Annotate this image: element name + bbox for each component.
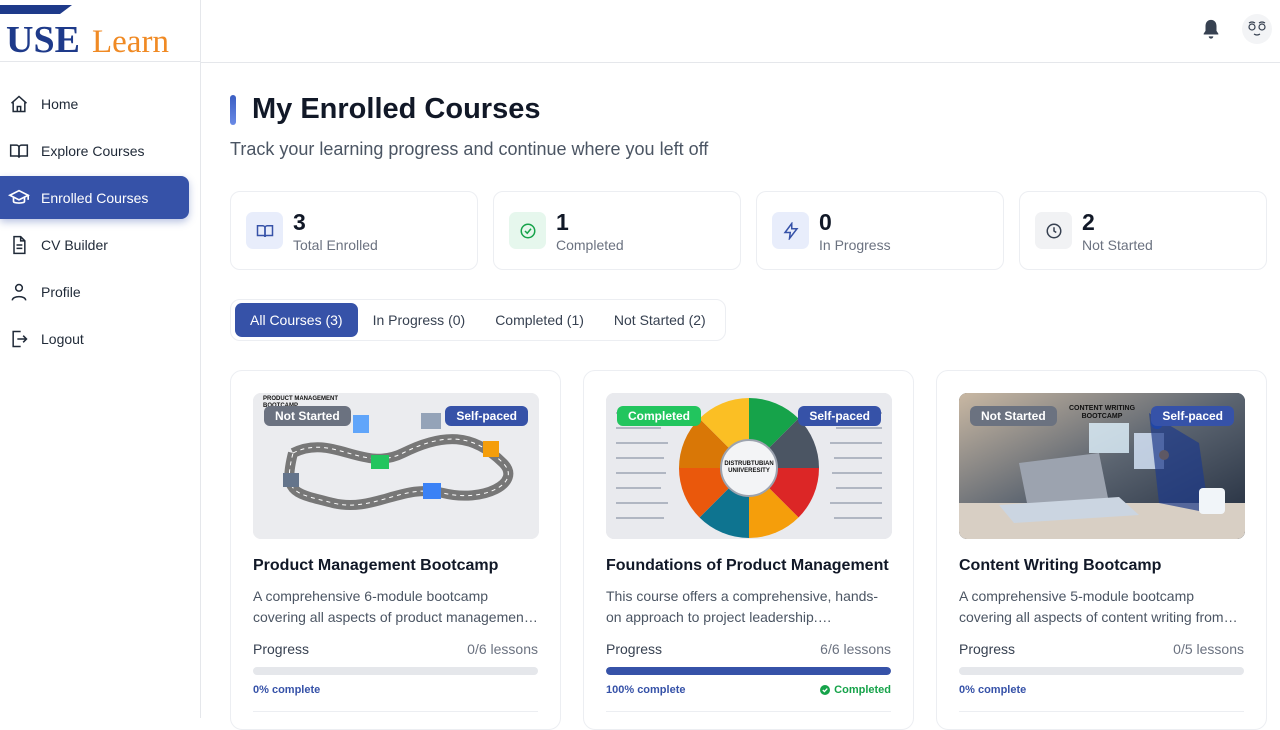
pace-badge: Self-paced [445,406,528,426]
course-description: A comprehensive 5-module bootcamp coveri… [959,588,1224,625]
sidebar-item-profile[interactable]: Profile [0,270,188,313]
sidebar-item-label: Logout [41,330,84,347]
page-subtitle: Track your learning progress and continu… [230,139,709,159]
sidebar-item-label: CV Builder [41,236,108,253]
progress-footer: 100% complete Completed [606,684,891,696]
progress-fill [606,667,891,675]
progress-label: Progress [253,641,310,657]
stat-label: Completed [556,236,624,253]
stat-card-completed: 1 Completed [493,191,741,270]
percent-complete: 0% complete [959,684,1027,696]
logout-icon [8,328,30,350]
stat-label: In Progress [819,236,891,253]
check-circle-icon [509,212,546,249]
pace-badge: Self-paced [798,406,881,426]
tab-completed[interactable]: Completed (1) [480,303,599,337]
stat-value: 0 [819,208,832,235]
stats-row: 3 Total Enrolled 1 Completed 0 In Progress … [230,191,1267,270]
stat-value: 1 [556,208,569,235]
sidebar-item-enrolled-courses[interactable]: Enrolled Courses [0,176,189,219]
thumbnail-caption: DISTRUBTUBIAN UNIIVERESITY [724,461,774,474]
bell-icon[interactable] [1200,18,1222,40]
card-divider [606,711,891,712]
card-divider [253,711,538,712]
stat-label: Not Started [1082,236,1153,253]
home-icon [8,93,30,115]
stat-card-in-progress: 0 In Progress [756,191,1004,270]
course-card[interactable]: PRODUCT MANAGEMENT BOOTCAMP Not Started … [230,370,561,730]
svg-text:USE: USE [6,19,80,61]
graduation-cap-icon [8,187,30,209]
clock-icon [1035,212,1072,249]
sidebar-item-label: Profile [41,283,81,300]
completed-indicator: Completed [820,684,891,696]
check-circle-icon [820,685,831,695]
course-thumbnail[interactable]: PRODUCT MANAGEMENT BOOTCAMP Not Started … [253,393,539,539]
book-open-icon [8,140,30,162]
stat-value: 3 [293,208,306,235]
progress-row: Progress 0/5 lessons [959,641,1244,657]
tab-in-progress[interactable]: In Progress (0) [358,303,481,337]
stat-label: Total Enrolled [293,236,378,253]
card-divider [959,711,1244,712]
progress-footer: 0% complete [253,684,538,696]
course-title[interactable]: Foundations of Product Management [606,557,891,575]
stat-value: 2 [1082,208,1095,235]
progress-row: Progress 0/6 lessons [253,641,538,657]
progress-label: Progress [606,641,663,657]
book-icon [246,212,283,249]
sidebar-item-cv-builder[interactable]: CV Builder [0,223,188,266]
percent-complete: 0% complete [253,684,321,696]
lessons-count: 0/5 lessons [1173,641,1244,657]
progress-footer: 0% complete [959,684,1244,696]
course-title[interactable]: Product Management Bootcamp [253,557,538,575]
title-accent-bar [230,94,236,125]
course-title[interactable]: Content Writing Bootcamp [959,557,1244,575]
course-cards: PRODUCT MANAGEMENT BOOTCAMP Not Started … [230,370,1267,730]
course-card[interactable]: DISTRUBTUBIAN UNIIVERESITY Completed Sel… [583,370,914,730]
stat-card-not-started: 2 Not Started [1019,191,1267,270]
course-thumbnail[interactable]: DISTRUBTUBIAN UNIIVERESITY Completed Sel… [606,393,892,539]
percent-complete: 100% complete [606,684,686,696]
stat-card-total-enrolled: 3 Total Enrolled [230,191,478,270]
lessons-count: 0/6 lessons [467,641,538,657]
lightning-icon [772,212,809,249]
sidebar-nav: Home Explore Courses Enrolled Courses CV… [0,62,200,360]
sidebar-item-logout[interactable]: Logout [0,317,188,360]
svg-text:Learn: Learn [92,24,169,60]
user-icon [8,281,30,303]
course-description: This course offers a comprehensive, hand… [606,588,879,625]
sidebar-item-home[interactable]: Home [0,82,188,125]
top-header [201,0,1280,63]
brand-logo[interactable]: USE Learn [0,0,200,62]
completed-label: Completed [834,684,891,696]
course-thumbnail[interactable]: CONTENT WRITING BOOTCAMP Not Started Sel… [959,393,1245,539]
status-badge: Not Started [970,406,1057,426]
course-card[interactable]: CONTENT WRITING BOOTCAMP Not Started Sel… [936,370,1267,730]
thumbnail-caption: CONTENT WRITING BOOTCAMP [1068,405,1136,420]
sidebar-item-explore-courses[interactable]: Explore Courses [0,129,188,172]
sidebar-item-label: Explore Courses [41,142,145,159]
progress-label: Progress [959,641,1016,657]
sidebar-item-label: Enrolled Courses [41,189,149,206]
progress-bar [253,667,538,675]
status-badge: Not Started [264,406,351,426]
progress-bar [959,667,1244,675]
pace-badge: Self-paced [1151,406,1234,426]
progress-row: Progress 6/6 lessons [606,641,891,657]
progress-bar [606,667,891,675]
lessons-count: 6/6 lessons [820,641,891,657]
status-badge: Completed [617,406,702,426]
page-header: My Enrolled Courses [230,93,540,126]
tab-not-started[interactable]: Not Started (2) [599,303,721,337]
document-icon [8,234,30,256]
course-description: A comprehensive 6-module bootcamp coveri… [253,588,528,625]
avatar-icon[interactable] [1242,14,1272,44]
sidebar-item-label: Home [41,95,79,112]
sidebar: USE Learn Home Explore Courses Enrolled … [0,0,201,718]
page-title: My Enrolled Courses [252,93,541,125]
filter-tabs: All Courses (3) In Progress (0) Complete… [230,299,726,341]
tab-all-courses[interactable]: All Courses (3) [235,303,358,337]
